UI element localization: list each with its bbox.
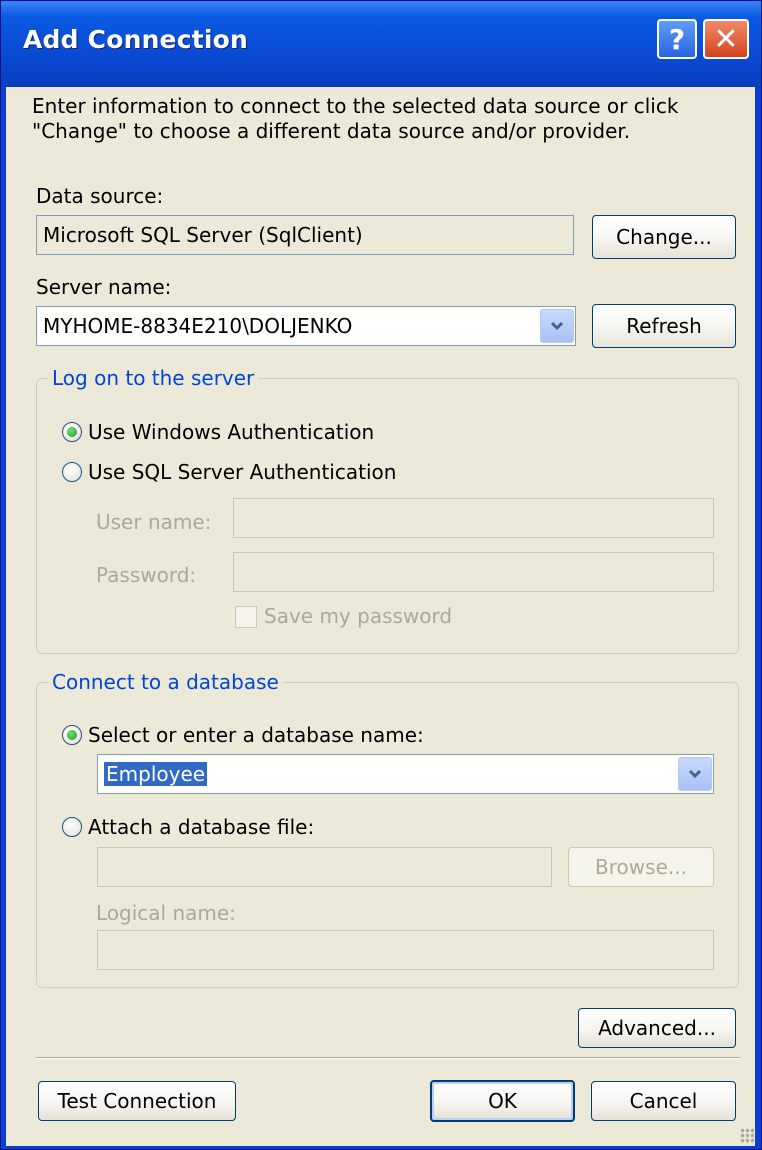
select-database-radio[interactable] — [62, 725, 82, 745]
change-button-label: Change... — [616, 225, 712, 249]
password-label: Password: — [96, 563, 197, 587]
logical-name-label: Logical name: — [96, 901, 236, 925]
database-file-input[interactable] — [97, 847, 552, 887]
radio-selected-dot — [67, 730, 77, 740]
database-name-combo[interactable]: Employee — [97, 754, 714, 794]
advanced-button-label: Advanced... — [598, 1016, 716, 1040]
sql-auth-label: Use SQL Server Authentication — [88, 460, 397, 484]
database-group-title: Connect to a database — [48, 670, 283, 694]
database-name-value: Employee — [104, 762, 208, 786]
chevron-down-icon — [688, 769, 702, 779]
password-input[interactable] — [233, 552, 714, 592]
cancel-button-label: Cancel — [629, 1089, 698, 1113]
help-icon: ? — [668, 22, 686, 56]
username-label: User name: — [96, 510, 212, 534]
attach-file-label: Attach a database file: — [88, 815, 315, 839]
window-title: Add Connection — [23, 25, 249, 54]
server-name-label: Server name: — [36, 275, 172, 299]
windows-auth-label: Use Windows Authentication — [88, 420, 375, 444]
server-dropdown-button[interactable] — [540, 309, 574, 343]
ok-button[interactable]: OK — [430, 1080, 575, 1122]
refresh-button-label: Refresh — [626, 314, 702, 338]
data-source-label: Data source: — [36, 184, 164, 208]
server-name-combo[interactable]: MYHOME-8834E210\DOLJENKO — [36, 306, 576, 346]
radio-selected-dot — [67, 427, 77, 437]
instructions-text: Enter information to connect to the sele… — [32, 94, 679, 143]
bottom-separator — [36, 1057, 740, 1059]
windows-auth-radio[interactable] — [62, 422, 82, 442]
resize-grip-icon[interactable] — [740, 1128, 756, 1144]
save-password-label: Save my password — [264, 604, 453, 628]
database-dropdown-button[interactable] — [678, 757, 712, 791]
chevron-down-icon — [550, 321, 564, 331]
sql-auth-radio[interactable] — [62, 462, 82, 482]
advanced-button[interactable]: Advanced... — [578, 1008, 736, 1048]
windows-auth-option[interactable]: Use Windows Authentication — [62, 420, 374, 444]
help-button[interactable]: ? — [657, 19, 697, 59]
title-bar[interactable]: Add Connection ? ✕ — [1, 1, 761, 87]
refresh-button[interactable]: Refresh — [592, 304, 736, 348]
test-connection-button[interactable]: Test Connection — [38, 1081, 236, 1121]
browse-button-label: Browse... — [595, 855, 687, 879]
username-input[interactable] — [233, 498, 714, 538]
ok-button-label: OK — [488, 1089, 517, 1113]
attach-file-option[interactable]: Attach a database file: — [62, 815, 314, 839]
close-button[interactable]: ✕ — [703, 19, 749, 59]
save-password-checkbox[interactable] — [235, 606, 257, 628]
data-source-value: Microsoft SQL Server (SqlClient) — [43, 223, 363, 247]
attach-file-radio[interactable] — [62, 817, 82, 837]
data-source-field: Microsoft SQL Server (SqlClient) — [36, 215, 574, 255]
test-connection-label: Test Connection — [57, 1089, 217, 1113]
close-icon: ✕ — [713, 21, 739, 57]
select-database-option[interactable]: Select or enter a database name: — [62, 723, 424, 747]
browse-button[interactable]: Browse... — [568, 847, 714, 887]
sql-auth-option[interactable]: Use SQL Server Authentication — [62, 460, 396, 484]
server-name-value: MYHOME-8834E210\DOLJENKO — [43, 314, 353, 338]
change-button[interactable]: Change... — [592, 215, 736, 259]
logical-name-input[interactable] — [97, 930, 714, 970]
logon-group-title: Log on to the server — [48, 366, 259, 390]
cancel-button[interactable]: Cancel — [591, 1081, 736, 1121]
select-database-label: Select or enter a database name: — [88, 723, 424, 747]
